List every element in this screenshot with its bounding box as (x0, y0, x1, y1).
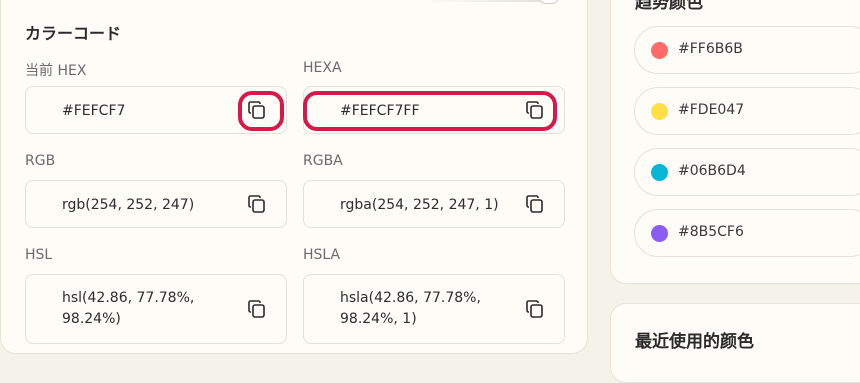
hsla-label: HSLA (303, 247, 341, 263)
copy-rgb-button[interactable] (246, 193, 268, 215)
recent-colors-title: 最近使用的颜色 (635, 332, 754, 352)
rgba-value: rgba(254, 252, 247, 1) (340, 197, 499, 213)
copy-rgba-button[interactable] (524, 193, 546, 215)
rgb-field: rgb(254, 252, 247) (25, 180, 287, 228)
hex-field: #FEFCF7 (25, 86, 287, 134)
hex-label: 当前 HEX (25, 63, 87, 79)
trending-color-label: #FDE047 (678, 102, 745, 118)
rgba-field: rgba(254, 252, 247, 1) (303, 180, 565, 228)
hex-value: #FEFCF7 (62, 103, 126, 119)
trending-color-label: #8B5CF6 (678, 224, 744, 240)
color-dot-icon (651, 42, 668, 59)
color-dot-icon (651, 164, 668, 181)
trending-colors-title: 趋势颜色 (635, 0, 703, 13)
copy-hsl-button[interactable] (246, 298, 268, 320)
hexa-value: #FEFCF7FF (340, 103, 420, 119)
hsl-value: hsl(42.86, 77.78%, 98.24%) (62, 290, 195, 327)
hsl-label: HSL (25, 247, 53, 263)
trending-color-item[interactable]: #06B6D4 (634, 148, 860, 196)
trending-color-item[interactable]: #8B5CF6 (634, 209, 860, 257)
opacity-slider-track[interactable] (424, 0, 552, 2)
trending-color-label: #FF6B6B (678, 41, 743, 57)
rgba-label: RGBA (303, 153, 343, 169)
copy-icon (248, 101, 265, 119)
copy-hsla-button[interactable] (524, 298, 546, 320)
copy-icon (248, 195, 265, 213)
color-dot-icon (651, 225, 668, 242)
copy-icon (526, 195, 543, 213)
hexa-field: #FEFCF7FF (303, 86, 565, 134)
copy-icon (248, 300, 265, 318)
color-dot-icon (651, 103, 668, 120)
copy-hex-button[interactable] (246, 99, 268, 121)
copy-icon (526, 300, 543, 318)
trending-color-item[interactable]: #FF6B6B (634, 26, 860, 74)
color-code-title: カラーコード (25, 24, 122, 43)
hsla-field: hsla(42.86, 77.78%, 98.24%, 1) (303, 274, 565, 344)
trending-color-item[interactable]: #FDE047 (634, 87, 860, 135)
rgb-label: RGB (25, 153, 56, 169)
trending-color-label: #06B6D4 (678, 163, 746, 179)
copy-hexa-button[interactable] (524, 99, 546, 121)
hexa-label: HEXA (303, 60, 342, 76)
rgb-value: rgb(254, 252, 247) (62, 197, 195, 213)
copy-icon (526, 101, 543, 119)
hsl-field: hsl(42.86, 77.78%, 98.24%) (25, 274, 287, 344)
hsla-value: hsla(42.86, 77.78%, 98.24%, 1) (340, 290, 481, 327)
